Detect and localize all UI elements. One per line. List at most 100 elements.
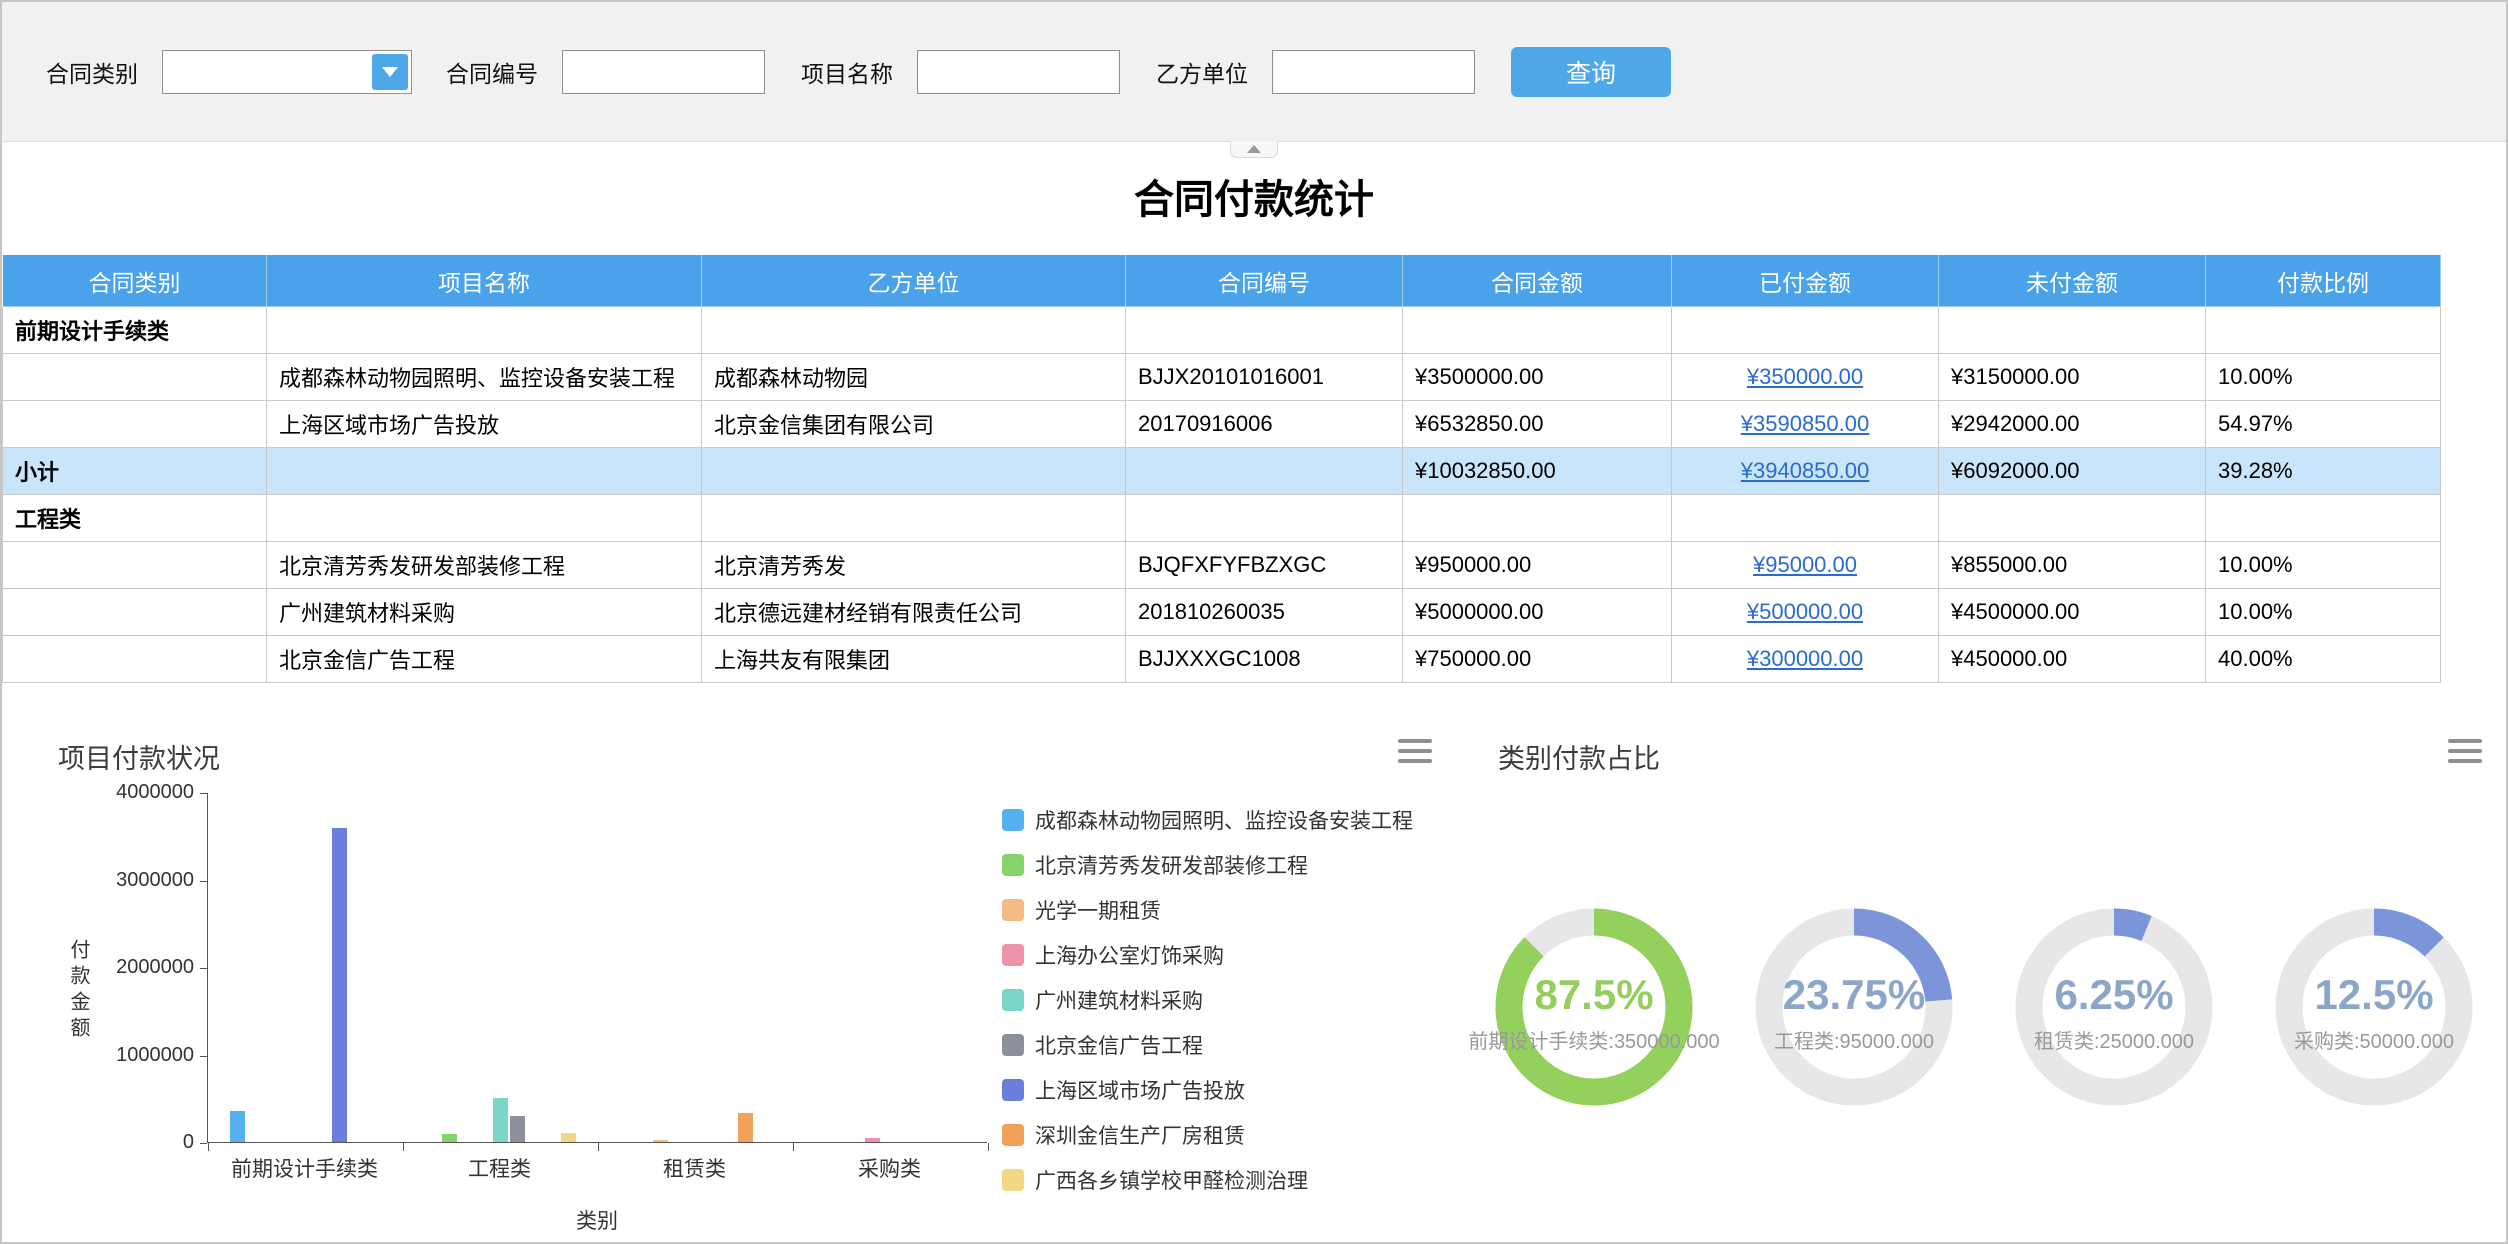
legend-label: 光学一期租赁 [1035, 895, 1161, 925]
bar [510, 1116, 525, 1142]
contract-no-label: 合同编号 [446, 55, 538, 89]
legend-item[interactable]: 成都森林动物园照明、监控设备安装工程 [1002, 805, 1413, 835]
collapse-panel-handle[interactable] [1230, 141, 1278, 158]
table-cell: 北京清芳秀发研发部装修工程 [267, 542, 702, 589]
bar-plot [207, 793, 987, 1143]
y-tick-mark [200, 793, 207, 794]
table-cell: ¥3150000.00 [1939, 354, 2206, 401]
legend-item[interactable]: 上海区域市场广告投放 [1002, 1075, 1413, 1105]
menu-icon[interactable] [2448, 739, 2482, 769]
query-button[interactable]: 查询 [1511, 47, 1671, 97]
donut-percent: 6.25% [2014, 971, 2214, 1019]
bar-cluster [792, 793, 987, 1142]
table-cell: ¥750000.00 [1403, 636, 1672, 683]
bar-chart-panel: 项目付款状况 付款金额 4000000300000020000001000000… [2, 711, 1462, 1243]
x-tick-mark [208, 1143, 209, 1151]
legend-swatch-icon [1002, 1079, 1024, 1101]
table-header-cell: 合同金额 [1403, 255, 1672, 307]
legend-item[interactable]: 广西各乡镇学校甲醛检测治理 [1002, 1165, 1413, 1195]
bar [653, 1140, 668, 1142]
category-cell [3, 589, 267, 636]
page-title: 合同付款统计 [2, 142, 2506, 254]
legend-swatch-icon [1002, 1034, 1024, 1056]
bar [442, 1134, 457, 1142]
table-cell [267, 495, 702, 542]
legend-item[interactable]: 光学一期租赁 [1002, 895, 1413, 925]
category-cell [3, 354, 267, 401]
x-category-label: 租赁类 [597, 1153, 792, 1183]
legend-swatch-icon [1002, 989, 1024, 1011]
paid-amount-cell: ¥300000.00 [1672, 636, 1939, 683]
paid-amount-cell [1672, 307, 1939, 354]
legend-item[interactable]: 深圳金信生产厂房租赁 [1002, 1120, 1413, 1150]
table-row: 北京清芳秀发研发部装修工程北京清芳秀发BJQFXFYFBZXGC¥950000.… [3, 542, 2441, 589]
bar [332, 828, 347, 1142]
x-category-label: 采购类 [792, 1153, 987, 1183]
paid-amount-link[interactable]: ¥500000.00 [1747, 599, 1863, 624]
table-row: 成都森林动物园照明、监控设备安装工程成都森林动物园BJJX20101016001… [3, 354, 2441, 401]
table-header-cell: 付款比例 [2206, 255, 2441, 307]
legend-item[interactable]: 北京清芳秀发研发部装修工程 [1002, 850, 1413, 880]
table-cell [1939, 495, 2206, 542]
table-cell [702, 495, 1126, 542]
table-row: 上海区域市场广告投放北京金信集团有限公司20170916006¥6532850.… [3, 401, 2441, 448]
x-axis-label: 类别 [207, 1205, 987, 1235]
table-cell: 上海区域市场广告投放 [267, 401, 702, 448]
project-name-input[interactable] [917, 50, 1120, 94]
legend-item[interactable]: 广州建筑材料采购 [1002, 985, 1413, 1015]
paid-amount-link[interactable]: ¥300000.00 [1747, 646, 1863, 671]
legend-swatch-icon [1002, 899, 1024, 921]
y-axis-ticks: 40000003000000200000010000000 [2, 793, 194, 1143]
category-cell [3, 401, 267, 448]
paid-amount-link[interactable]: ¥95000.00 [1753, 552, 1857, 577]
party-b-input[interactable] [1272, 50, 1475, 94]
paid-amount-link[interactable]: ¥350000.00 [1747, 364, 1863, 389]
y-tick-label: 3000000 [2, 869, 194, 892]
table-cell: 20170916006 [1126, 401, 1403, 448]
table-cell: 40.00% [2206, 636, 2441, 683]
paid-amount-link[interactable]: ¥3590850.00 [1741, 411, 1869, 436]
table-category-row: 工程类 [3, 495, 2441, 542]
table-cell: 201810260035 [1126, 589, 1403, 636]
table-cell [702, 448, 1126, 495]
bar-chart-title: 项目付款状况 [58, 737, 220, 776]
y-tick-label: 1000000 [2, 1044, 194, 1067]
table-cell: 成都森林动物园照明、监控设备安装工程 [267, 354, 702, 401]
y-tick-mark [200, 1143, 207, 1144]
legend-label: 北京清芳秀发研发部装修工程 [1035, 850, 1308, 880]
table-category-row: 前期设计手续类 [3, 307, 2441, 354]
chart-legend: 成都森林动物园照明、监控设备安装工程北京清芳秀发研发部装修工程光学一期租赁上海办… [1002, 805, 1413, 1195]
x-tick-mark [403, 1143, 404, 1151]
legend-label: 广州建筑材料采购 [1035, 985, 1203, 1015]
table-cell [702, 307, 1126, 354]
x-category-label: 工程类 [402, 1153, 597, 1183]
table-cell: ¥2942000.00 [1939, 401, 2206, 448]
table-cell [1126, 495, 1403, 542]
table-cell: BJQFXFYFBZXGC [1126, 542, 1403, 589]
bar [493, 1098, 508, 1142]
contract-type-select[interactable] [162, 50, 412, 94]
chevron-down-icon[interactable] [372, 54, 408, 90]
donut-label: 采购类:50000.000 [2294, 1025, 2454, 1054]
donut-chart-panel: 类别付款占比 87.5%前期设计手续类:350000.00023.75%工程类:… [1482, 711, 2506, 1243]
legend-label: 深圳金信生产厂房租赁 [1035, 1120, 1245, 1150]
menu-icon[interactable] [1398, 739, 1432, 769]
legend-item[interactable]: 北京金信广告工程 [1002, 1030, 1413, 1060]
y-tick-mark [200, 1056, 207, 1057]
table-cell: ¥950000.00 [1403, 542, 1672, 589]
table-cell [267, 307, 702, 354]
table-header-cell: 合同类别 [3, 255, 267, 307]
table-cell: 10.00% [2206, 354, 2441, 401]
table-cell [1126, 448, 1403, 495]
legend-item[interactable]: 上海办公室灯饰采购 [1002, 940, 1413, 970]
project-name-label: 项目名称 [801, 55, 893, 89]
contract-type-label: 合同类别 [46, 55, 138, 89]
paid-amount-link[interactable]: ¥3940850.00 [1741, 458, 1869, 483]
category-cell: 前期设计手续类 [3, 307, 267, 354]
legend-label: 上海区域市场广告投放 [1035, 1075, 1245, 1105]
paid-amount-cell [1672, 495, 1939, 542]
table-cell: ¥3500000.00 [1403, 354, 1672, 401]
paid-amount-cell: ¥3590850.00 [1672, 401, 1939, 448]
bar-cluster [208, 793, 403, 1142]
contract-no-input[interactable] [562, 50, 765, 94]
